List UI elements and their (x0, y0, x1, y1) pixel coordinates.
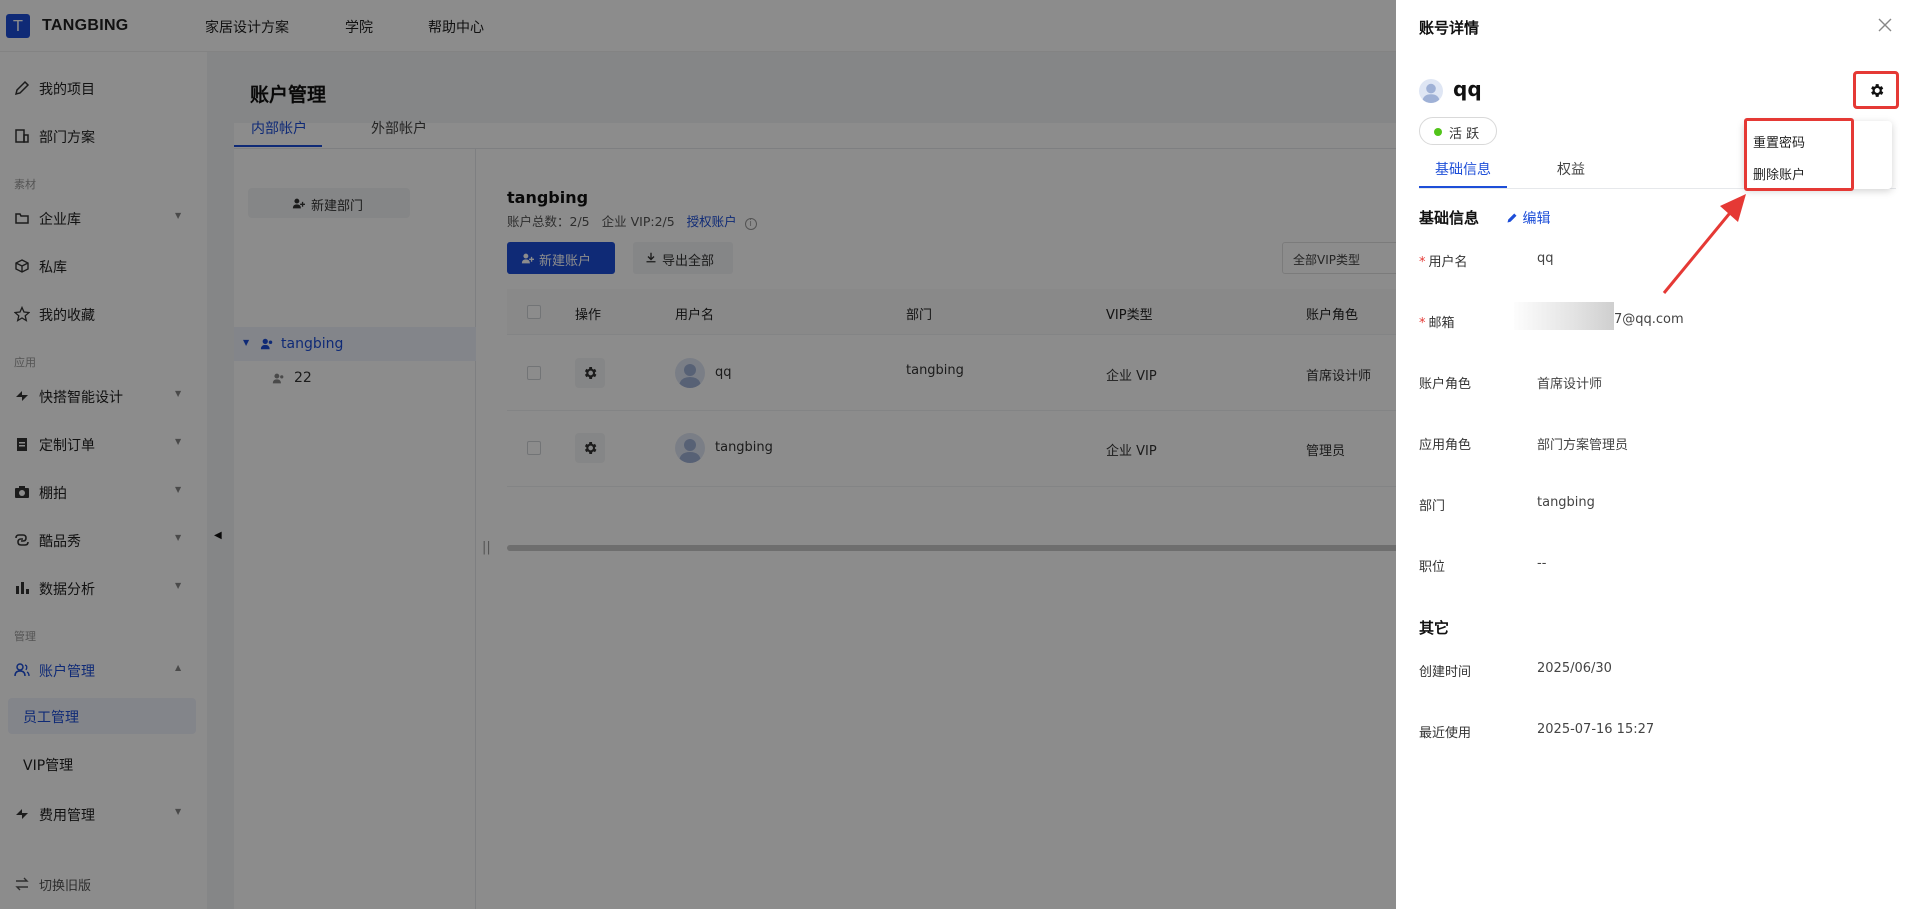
annotation-arrow-icon (1662, 194, 1746, 294)
active-dot-icon (1434, 128, 1442, 136)
pencil-icon (1507, 213, 1517, 223)
field-value-last-used: 2025-07-16 15:27 (1537, 722, 1655, 737)
close-icon[interactable] (1877, 17, 1893, 33)
field-value-created: 2025/06/30 (1537, 661, 1612, 676)
edit-button[interactable]: 编辑 (1506, 208, 1550, 228)
section-basic-info: 基础信息 (1419, 209, 1480, 227)
required-mark: * (1419, 316, 1426, 331)
field-label-text: 用户名 (1428, 255, 1468, 270)
user-avatar-icon (1422, 83, 1440, 103)
field-value-app-role: 部门方案管理员 (1537, 438, 1629, 453)
avatar (1419, 79, 1443, 103)
field-label-email: * 邮箱 (1419, 312, 1455, 331)
edit-label: 编辑 (1522, 211, 1551, 227)
tab-basic-info[interactable]: 基础信息 (1435, 159, 1491, 179)
field-value-position: -- (1537, 556, 1547, 571)
field-value-email: 7@qq.com (1614, 312, 1684, 327)
gear-icon (1871, 84, 1884, 97)
section-other: 其它 (1419, 619, 1450, 637)
redacted-email-prefix (1514, 302, 1614, 330)
field-label-account-role: 账户角色 (1419, 377, 1472, 392)
field-label-created: 创建时间 (1419, 665, 1472, 680)
field-value-username: qq (1537, 251, 1554, 266)
field-label-dept: 部门 (1419, 499, 1446, 514)
field-label-text: 邮箱 (1428, 316, 1455, 331)
status-text: 活 跃 (1449, 127, 1480, 142)
account-name: qq (1453, 77, 1482, 101)
field-label-username: * 用户名 (1419, 251, 1468, 270)
status-badge: 活 跃 (1419, 117, 1497, 145)
tab-benefits[interactable]: 权益 (1557, 159, 1585, 179)
account-settings-button[interactable] (1853, 71, 1899, 109)
drawer-title: 账号详情 (1419, 19, 1480, 37)
field-label-last-used: 最近使用 (1419, 726, 1472, 741)
field-value-account-role: 首席设计师 (1537, 377, 1603, 392)
field-value-dept: tangbing (1537, 495, 1595, 510)
annotation-highlight-box (1744, 118, 1854, 191)
required-mark: * (1419, 255, 1426, 270)
field-label-position: 职位 (1419, 560, 1446, 575)
field-label-app-role: 应用角色 (1419, 438, 1472, 453)
